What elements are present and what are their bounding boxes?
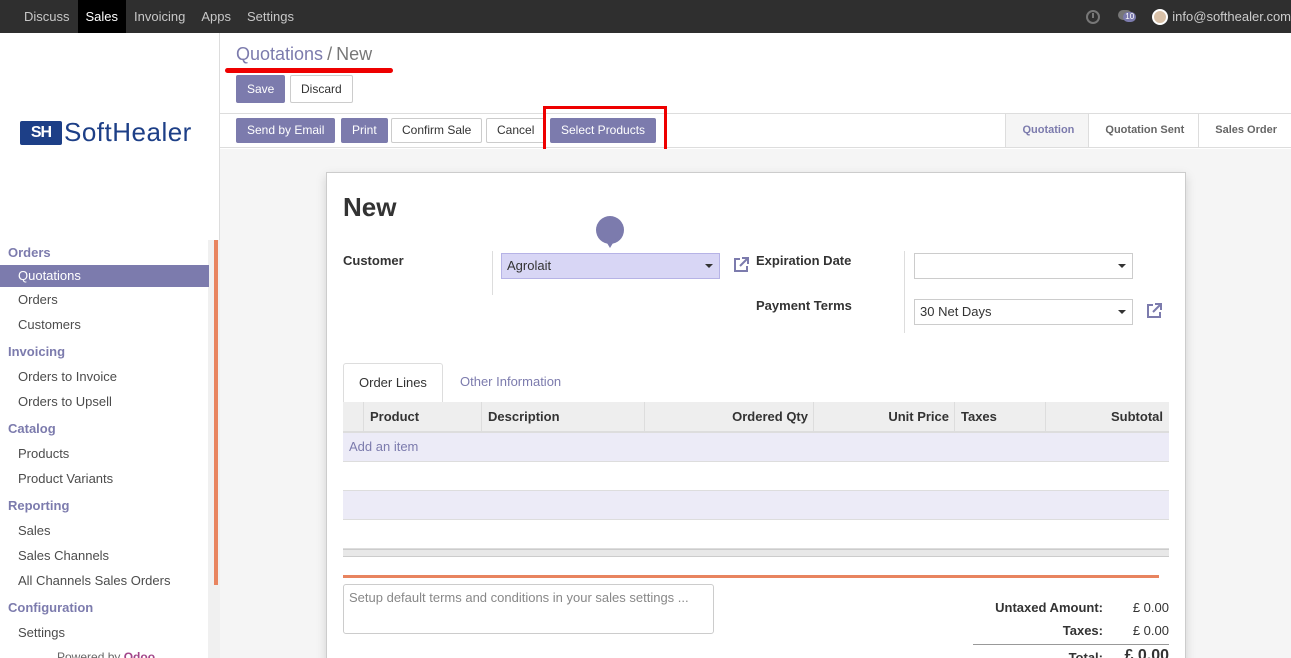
table-header: Product Description Ordered Qty Unit Pri… xyxy=(343,402,1169,433)
payment-terms-label: Payment Terms xyxy=(756,298,852,313)
tab-order-lines[interactable]: Order Lines xyxy=(343,363,443,403)
sidebar-section-catalog: Catalog xyxy=(8,421,56,436)
terms-and-conditions-field[interactable]: Setup default terms and conditions in yo… xyxy=(343,584,714,634)
external-link-icon[interactable] xyxy=(732,256,750,274)
column-description[interactable]: Description xyxy=(481,402,644,433)
print-button[interactable]: Print xyxy=(341,118,388,143)
table-footer xyxy=(343,549,1169,557)
menu-invoicing[interactable]: Invoicing xyxy=(126,0,193,33)
payment-terms-value: 30 Net Days xyxy=(920,304,992,319)
sidebar-nav: Orders Quotations Orders Customers Invoi… xyxy=(0,238,209,645)
sidebar-scroll-indicator xyxy=(214,240,218,585)
expiration-date-field[interactable] xyxy=(914,253,1133,279)
sidebar-item-settings[interactable]: Settings xyxy=(0,620,209,645)
table-row xyxy=(343,491,1169,520)
column-subtotal[interactable]: Subtotal xyxy=(1045,402,1169,433)
chevron-down-icon[interactable] xyxy=(1118,264,1126,268)
app-menu: Discuss Sales Invoicing Apps Settings xyxy=(16,0,302,33)
discard-button[interactable]: Discard xyxy=(290,75,353,103)
messages-icon[interactable]: 10 xyxy=(1118,10,1138,23)
logo-mark: SH xyxy=(20,120,62,145)
table-row xyxy=(343,520,1169,549)
breadcrumb-separator: / xyxy=(327,44,333,64)
user-avatar[interactable] xyxy=(1152,8,1169,25)
stage-quotation-sent[interactable]: Quotation Sent xyxy=(1088,114,1198,147)
user-menu[interactable]: info@softhealer.com xyxy=(1172,9,1291,24)
chevron-down-icon[interactable] xyxy=(1118,310,1126,314)
column-taxes[interactable]: Taxes xyxy=(954,402,1046,433)
untaxed-amount-value: £ 0.00 xyxy=(1132,600,1169,615)
stage-pipeline: Quotation Quotation Sent Sales Order xyxy=(1005,114,1291,147)
form-tabs: Order Lines Other Information xyxy=(343,363,1169,403)
tooltip-pointer xyxy=(604,238,616,248)
powered-by: Powered by Odoo xyxy=(57,650,155,658)
record-title: New xyxy=(343,192,397,222)
external-link-icon[interactable] xyxy=(1145,302,1163,320)
add-item-link[interactable]: Add an item xyxy=(343,433,1169,461)
stage-quotation[interactable]: Quotation xyxy=(1005,114,1089,147)
cancel-button[interactable]: Cancel xyxy=(486,118,546,143)
save-button[interactable]: Save xyxy=(236,75,286,103)
send-by-email-button[interactable]: Send by Email xyxy=(236,118,336,143)
table-row xyxy=(343,462,1169,491)
breadcrumb: Quotations / New xyxy=(236,44,372,65)
odoo-link[interactable]: Odoo xyxy=(124,650,155,658)
sidebar-section-reporting: Reporting xyxy=(8,498,70,513)
top-navbar: Discuss Sales Invoicing Apps Settings 10… xyxy=(0,0,1291,33)
breadcrumb-quotations[interactable]: Quotations xyxy=(236,44,323,64)
powered-by-text: Powered by xyxy=(57,650,121,658)
menu-discuss[interactable]: Discuss xyxy=(16,0,78,33)
customer-field[interactable]: Agrolait xyxy=(501,253,720,279)
field-divider xyxy=(492,251,493,295)
sidebar: SH SoftHealer Orders Quotations Orders C… xyxy=(0,33,220,658)
sidebar-section-configuration: Configuration xyxy=(8,600,94,615)
sidebar-section-invoicing: Invoicing xyxy=(8,344,66,359)
table-row: Add an item xyxy=(343,433,1169,462)
field-divider xyxy=(904,251,905,333)
message-count-badge: 10 xyxy=(1123,12,1137,22)
sidebar-item-product-variants[interactable]: Product Variants xyxy=(0,466,209,491)
sidebar-item-orders[interactable]: Orders xyxy=(0,287,209,312)
order-lines-table: Product Description Ordered Qty Unit Pri… xyxy=(343,402,1169,557)
activity-clock-icon[interactable] xyxy=(1086,9,1101,24)
total-label: Total: xyxy=(1068,650,1103,658)
annotation-underline xyxy=(225,68,393,73)
menu-apps[interactable]: Apps xyxy=(193,0,239,33)
sidebar-item-orders-to-invoice[interactable]: Orders to Invoice xyxy=(0,364,209,389)
menu-sales[interactable]: Sales xyxy=(77,0,127,33)
logo-text: SoftHealer xyxy=(64,117,192,147)
confirm-sale-button[interactable]: Confirm Sale xyxy=(391,118,483,143)
section-divider xyxy=(343,575,1159,578)
sidebar-item-sales[interactable]: Sales xyxy=(0,518,209,543)
sidebar-item-quotations[interactable]: Quotations xyxy=(0,265,209,287)
menu-settings[interactable]: Settings xyxy=(239,0,302,33)
sidebar-item-customers[interactable]: Customers xyxy=(0,312,209,337)
sidebar-item-sales-channels[interactable]: Sales Channels xyxy=(0,543,209,568)
sidebar-item-products[interactable]: Products xyxy=(0,441,209,466)
payment-terms-field[interactable]: 30 Net Days xyxy=(914,299,1133,325)
expiration-date-label: Expiration Date xyxy=(756,253,852,268)
company-logo: SH SoftHealer xyxy=(20,117,192,148)
sidebar-item-all-channels-sales-orders[interactable]: All Channels Sales Orders xyxy=(0,568,209,593)
column-ordered-qty[interactable]: Ordered Qty xyxy=(644,402,814,433)
column-unit-price[interactable]: Unit Price xyxy=(813,402,955,433)
taxes-value: £ 0.00 xyxy=(1132,623,1169,638)
sidebar-section-orders: Orders xyxy=(8,245,51,260)
customer-value: Agrolait xyxy=(507,258,552,273)
stage-sales-order[interactable]: Sales Order xyxy=(1198,114,1291,147)
customer-label: Customer xyxy=(343,253,404,268)
totals-divider xyxy=(973,644,1169,645)
sidebar-item-orders-to-upsell[interactable]: Orders to Upsell xyxy=(0,389,209,414)
tab-other-information[interactable]: Other Information xyxy=(445,363,576,403)
total-value: £ 0.00 xyxy=(1124,647,1169,658)
column-product[interactable]: Product xyxy=(363,402,481,433)
taxes-label: Taxes: xyxy=(1062,623,1103,638)
untaxed-amount-label: Untaxed Amount: xyxy=(995,600,1103,615)
chevron-down-icon[interactable] xyxy=(705,264,713,268)
breadcrumb-current: New xyxy=(336,44,373,64)
